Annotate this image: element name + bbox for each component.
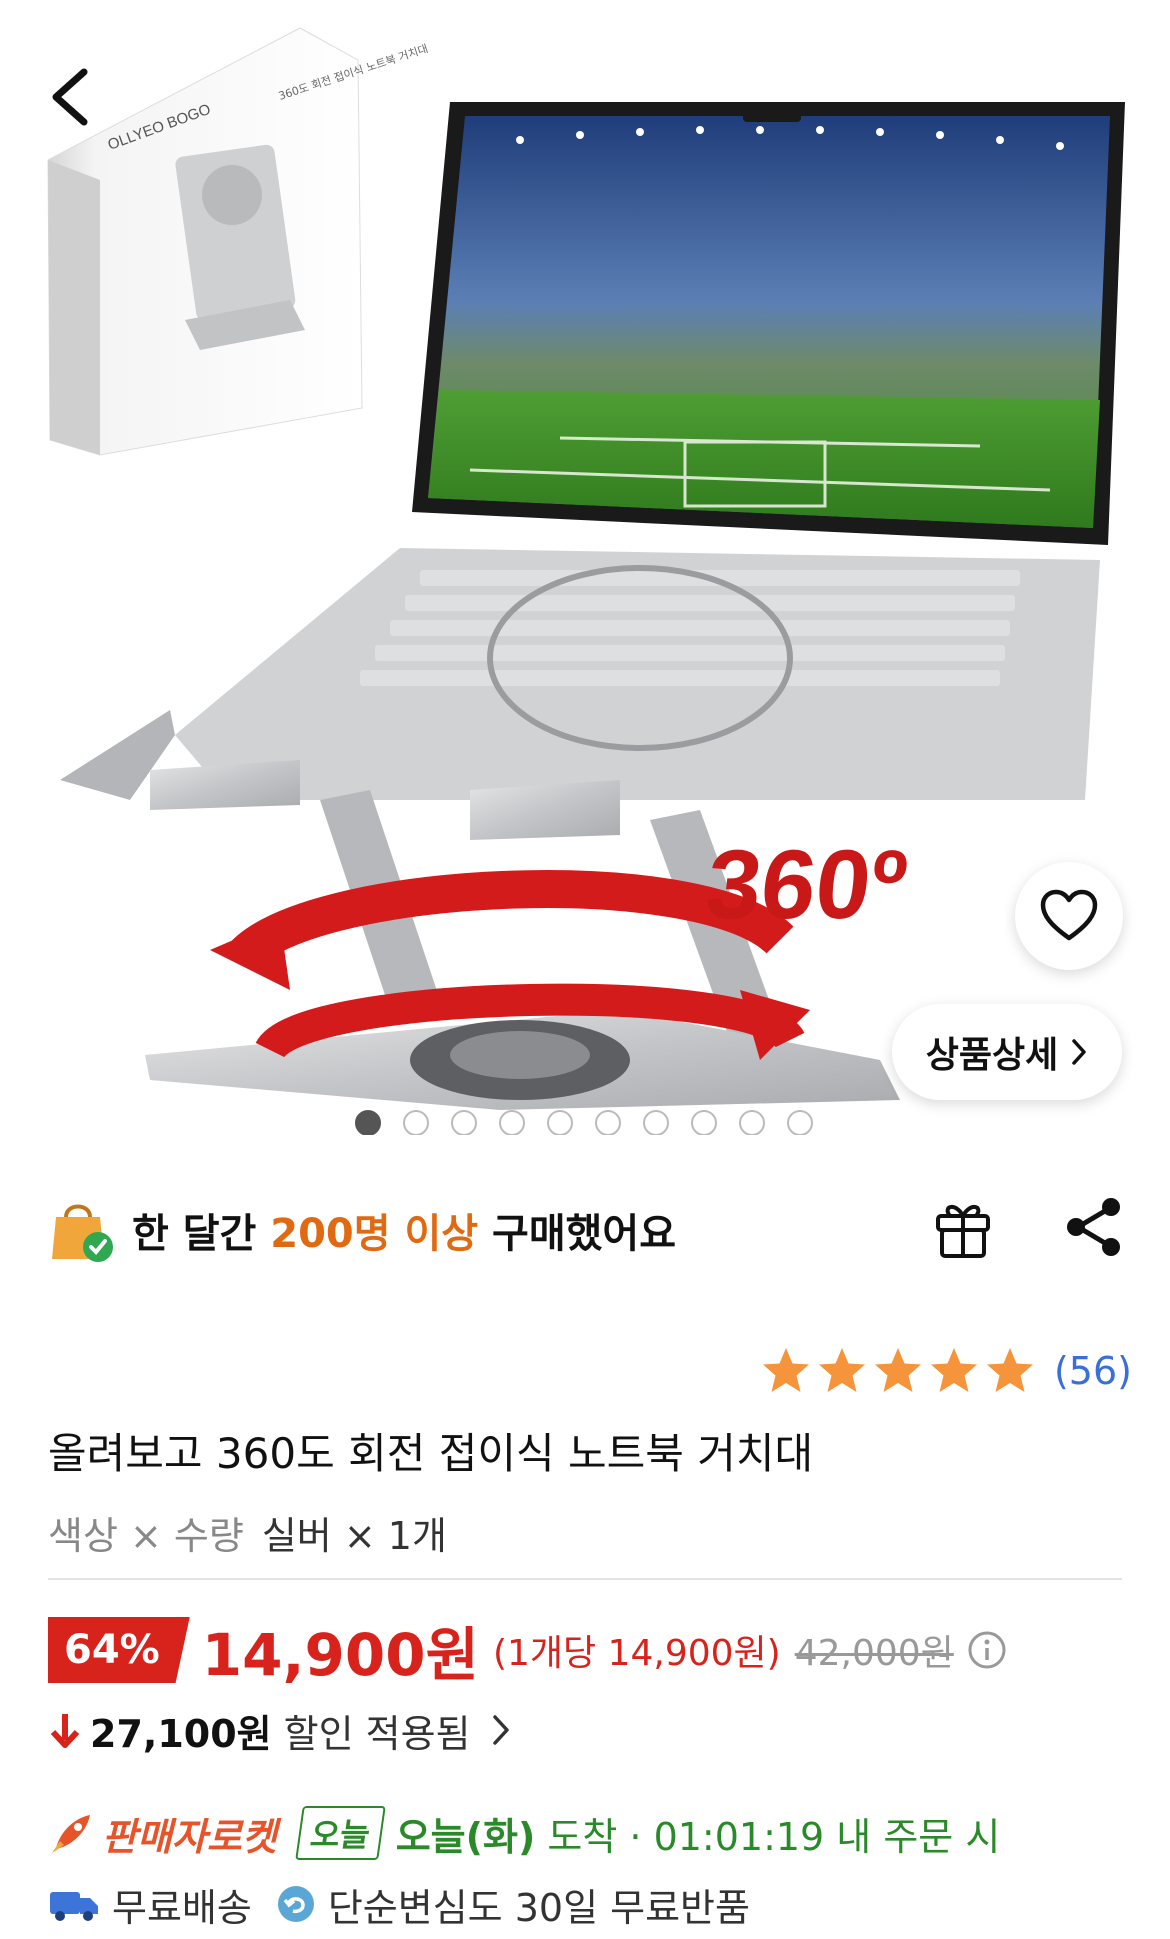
original-price: 42,000원 [794, 1633, 954, 1674]
sale-price: 14,900원 [201, 1621, 479, 1689]
rating-summary[interactable]: (56) [760, 1345, 1132, 1397]
chevron-right-icon [1072, 1039, 1086, 1065]
carousel-dot[interactable] [403, 1110, 429, 1135]
arrow-down-icon [50, 1714, 80, 1748]
purchase-social-proof: 한 달간 200명 이상 구매했어요 [48, 1190, 1128, 1270]
carousel-dot[interactable] [643, 1110, 669, 1135]
carousel-dot[interactable] [451, 1110, 477, 1135]
star-icon [762, 1348, 809, 1392]
discount-amount: 27,100원 [90, 1711, 272, 1756]
today-badge: 오늘 [295, 1806, 386, 1860]
carousel-dot[interactable] [547, 1110, 573, 1135]
chevron-left-icon [52, 68, 88, 126]
heart-icon [1040, 889, 1098, 941]
unit-price: (1개당 14,900원) [492, 1633, 781, 1674]
shopping-bag-check-icon [52, 1204, 113, 1262]
delivery-info: 판매자로켓 오늘 오늘(화) 도착 · 01:01:19 내 주문 시 [48, 1800, 1000, 1866]
discount-rate-badge: 64% [48, 1617, 190, 1683]
star-icon [930, 1348, 977, 1392]
wishlist-button[interactable] [1015, 862, 1123, 970]
purchase-count-highlight: 200명 이상 [270, 1211, 479, 1257]
seller-rocket-label: 판매자로켓 [102, 1814, 277, 1859]
divider [48, 1578, 1122, 1580]
laptop-screen [412, 102, 1125, 545]
star-rating [760, 1345, 1036, 1397]
review-count[interactable]: (56) [1054, 1349, 1132, 1393]
discount-applied-row[interactable]: 27,100원 할인 적용됨 [48, 1700, 513, 1760]
carousel-dot[interactable] [739, 1110, 765, 1135]
shipping-benefits: 무료배송 단순변심도 30일 무료반품 [48, 1874, 750, 1934]
carousel-indicator[interactable] [355, 1110, 813, 1135]
selected-option[interactable]: 색상 × 수량 실버 × 1개 [48, 1505, 447, 1560]
laptop-base [60, 548, 1100, 800]
social-proof-text: 한 달간 200명 이상 구매했어요 [132, 1211, 677, 1257]
arrival-text: 오늘(화) 도착 · 01:01:19 내 주문 시 [395, 1814, 1001, 1859]
return-policy-label: 단순변심도 30일 무료반품 [327, 1885, 750, 1930]
share-icon[interactable] [1058, 1192, 1128, 1262]
return-icon [277, 1886, 314, 1922]
product-detail-label: 상품상세 [925, 1035, 1059, 1076]
star-icon [874, 1348, 921, 1392]
gift-icon[interactable] [928, 1192, 998, 1262]
carousel-dot[interactable] [595, 1110, 621, 1135]
free-shipping-label: 무료배송 [112, 1885, 252, 1930]
chevron-right-icon [492, 1715, 509, 1745]
info-icon[interactable] [966, 1629, 1008, 1671]
carousel-dot[interactable] [691, 1110, 717, 1135]
discount-text: 할인 적용됨 [283, 1711, 471, 1756]
star-icon [986, 1348, 1033, 1392]
product-title: 올려보고 360도 회전 접이식 노트북 거치대 [48, 1429, 814, 1478]
rocket-icon [52, 1815, 90, 1853]
star-icon [818, 1348, 865, 1392]
truck-icon [50, 1892, 98, 1921]
option-label: 색상 × 수량 [48, 1514, 244, 1558]
carousel-dot[interactable] [787, 1110, 813, 1135]
package-box: OLLYEO BOGO 360도 회전 접이식 노트북 거치대 [47, 27, 430, 456]
option-value: 실버 × 1개 [261, 1514, 447, 1558]
price-row: 64% 14,900원 (1개당 14,900원) 42,000원 [48, 1610, 1008, 1690]
carousel-dot[interactable] [499, 1110, 525, 1135]
product-detail-button[interactable]: 상품상세 [892, 1004, 1122, 1100]
product-photo: OLLYEO BOGO 360도 회전 접이식 노트북 거치대 360º [47, 27, 1125, 1110]
back-button[interactable] [42, 62, 102, 132]
product-image-carousel[interactable]: OLLYEO BOGO 360도 회전 접이식 노트북 거치대 360º 상품상… [0, 0, 1170, 1135]
carousel-dot[interactable] [355, 1110, 381, 1135]
rotation-label: 360º [701, 829, 912, 939]
